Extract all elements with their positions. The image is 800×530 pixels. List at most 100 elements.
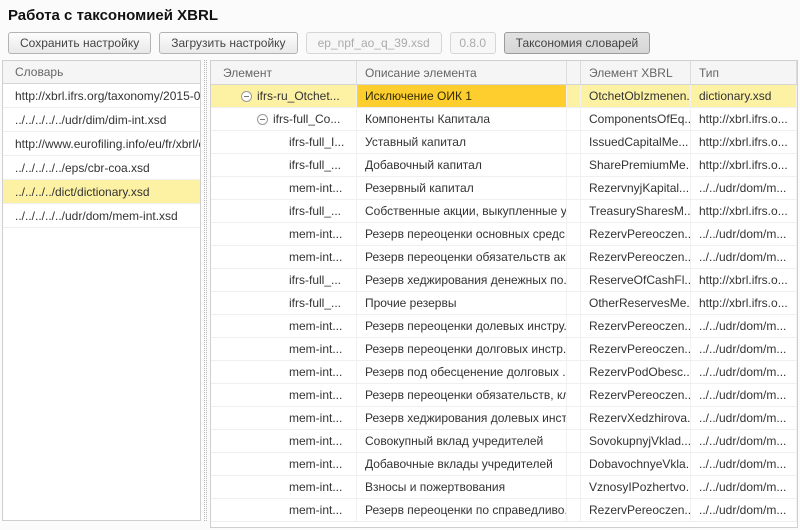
element-xbrl: RezervPodObesc... bbox=[581, 361, 691, 383]
row-spacer-cell bbox=[567, 108, 581, 130]
element-name: ifrs-full_... bbox=[289, 158, 341, 172]
row-spacer-cell bbox=[567, 223, 581, 245]
element-type: ../../udr/dom/m... bbox=[691, 338, 797, 360]
table-row[interactable]: mem-int...Добавочные вклады учредителейD… bbox=[211, 453, 797, 476]
element-type: ../../udr/dom/m... bbox=[691, 499, 797, 521]
element-name: ifrs-full_I... bbox=[289, 135, 344, 149]
table-row[interactable]: mem-int...Резерв переоценки долговых инс… bbox=[211, 338, 797, 361]
row-spacer-cell bbox=[567, 269, 581, 291]
table-row[interactable]: mem-int... Резервный капитал RezervnyjKapi… bbox=[211, 177, 797, 200]
column-header-description[interactable]: Описание элемента bbox=[357, 61, 567, 84]
element-xbrl: RezervPereoczen... bbox=[581, 499, 691, 521]
table-row[interactable]: ifrs-full_... Собственные акции, выкуплен… bbox=[211, 200, 797, 223]
version-field: 0.8.0 bbox=[450, 32, 496, 54]
element-name: ifrs-full_... bbox=[289, 273, 341, 287]
table-row[interactable]: ifrs-full_I...Уставный капиталIssuedCapi… bbox=[211, 131, 797, 154]
table-row[interactable]: mem-int... Резерв хеджирования долевых ин… bbox=[211, 407, 797, 430]
column-header-type[interactable]: Тип bbox=[691, 61, 797, 84]
element-type: http://xbrl.ifrs.o... bbox=[691, 154, 797, 176]
taxonomy-dictionaries-button[interactable]: Таксономия словарей bbox=[504, 32, 651, 54]
element-xbrl: TreasurySharesM... bbox=[581, 200, 691, 222]
save-settings-button[interactable]: Сохранить настройку bbox=[8, 32, 151, 54]
load-settings-button[interactable]: Загрузить настройку bbox=[159, 32, 297, 54]
elements-table-body: ifrs-ru_Otchet...Исключение ОИК 1OtchetO… bbox=[211, 85, 797, 522]
element-name: mem-int... bbox=[289, 181, 342, 195]
splitter-handle-icon bbox=[204, 60, 207, 521]
element-type: ../../udr/dom/m... bbox=[691, 407, 797, 429]
row-spacer-cell bbox=[567, 384, 581, 406]
element-description: Добавочный капитал bbox=[357, 154, 567, 176]
element-xbrl: RezervPereoczen... bbox=[581, 315, 691, 337]
element-name: mem-int... bbox=[289, 434, 342, 448]
dictionary-item[interactable]: ../../../../../udr/dom/mem-int.xsd bbox=[3, 204, 200, 228]
element-type: http://xbrl.ifrs.o... bbox=[691, 108, 797, 130]
table-row[interactable]: ifrs-ru_Otchet...Исключение ОИК 1OtchetO… bbox=[211, 85, 797, 108]
element-description: Резерв переоценки основных средс... bbox=[357, 223, 567, 245]
element-name: ifrs-full_... bbox=[289, 296, 341, 310]
element-type: ../../udr/dom/m... bbox=[691, 177, 797, 199]
element-description: Исключение ОИК 1 bbox=[357, 85, 567, 107]
dictionary-panel: Словарь http://xbrl.ifrs.org/taxonomy/20… bbox=[2, 60, 201, 521]
element-type: ../../udr/dom/m... bbox=[691, 246, 797, 268]
table-row[interactable]: ifrs-full_...Добавочный капиталSharePrem… bbox=[211, 154, 797, 177]
collapse-icon[interactable] bbox=[257, 114, 268, 125]
element-description: Резерв хеджирования денежных по... bbox=[357, 269, 567, 291]
element-xbrl: ComponentsOfEq... bbox=[581, 108, 691, 130]
dictionary-item[interactable]: http://xbrl.ifrs.org/taxonomy/2015-0... bbox=[3, 84, 200, 108]
row-spacer-cell bbox=[567, 407, 581, 429]
table-row[interactable]: mem-int...Резерв под обесценение долговы… bbox=[211, 361, 797, 384]
table-row[interactable]: ifrs-full_...Прочие резервыOtherReserves… bbox=[211, 292, 797, 315]
row-spacer-cell bbox=[567, 315, 581, 337]
element-description: Взносы и пожертвования bbox=[357, 476, 567, 498]
dictionary-item[interactable]: http://www.eurofiling.info/eu/fr/xbrl/e.… bbox=[3, 132, 200, 156]
element-xbrl: IssuedCapitalMe... bbox=[581, 131, 691, 153]
table-row[interactable]: mem-int...Резерв переоценки долевых инст… bbox=[211, 315, 797, 338]
table-row-partial bbox=[211, 522, 797, 528]
element-description: Совокупный вклад учредителей bbox=[357, 430, 567, 452]
element-type: ../../udr/dom/m... bbox=[691, 384, 797, 406]
collapse-icon[interactable] bbox=[241, 91, 252, 102]
element-type: http://xbrl.ifrs.o... bbox=[691, 131, 797, 153]
element-description: Резерв под обесценение долговых ... bbox=[357, 361, 567, 383]
element-name: mem-int... bbox=[289, 250, 342, 264]
table-row[interactable]: mem-int...Взносы и пожертвованияVznosyIP… bbox=[211, 476, 797, 499]
table-row[interactable]: ifrs-full_... Резерв хеджирования денежны… bbox=[211, 269, 797, 292]
table-row[interactable]: mem-int...Резерв переоценки по справедли… bbox=[211, 499, 797, 522]
dictionary-item[interactable]: ../../../../dict/dictionary.xsd bbox=[3, 180, 200, 204]
element-type: ../../udr/dom/m... bbox=[691, 315, 797, 337]
dictionary-item[interactable]: ../../../../../eps/cbr-coa.xsd bbox=[3, 156, 200, 180]
column-header-element[interactable]: Элемент bbox=[211, 61, 357, 84]
table-row[interactable]: mem-int...Резерв переоценки обязательств… bbox=[211, 246, 797, 269]
element-xbrl: RezervPereoczen... bbox=[581, 384, 691, 406]
row-spacer-cell bbox=[567, 154, 581, 176]
dictionary-item[interactable]: ../../../../../udr/dim/dim-int.xsd bbox=[3, 108, 200, 132]
table-row[interactable]: mem-int...Резерв переоценки обязательств… bbox=[211, 384, 797, 407]
table-row[interactable]: mem-int...Резерв переоценки основных сре… bbox=[211, 223, 797, 246]
table-row[interactable]: mem-int... Совокупный вклад учредителей So… bbox=[211, 430, 797, 453]
column-header-xbrl[interactable]: Элемент XBRL bbox=[581, 61, 691, 84]
row-spacer-cell bbox=[567, 200, 581, 222]
element-type: http://xbrl.ifrs.o... bbox=[691, 200, 797, 222]
element-type: ../../udr/dom/m... bbox=[691, 453, 797, 475]
element-name: ifrs-full_Co... bbox=[273, 112, 340, 126]
element-xbrl: OtchetObIzmenen... bbox=[581, 85, 691, 107]
element-type: ../../udr/dom/m... bbox=[691, 223, 797, 245]
element-xbrl: SovokupnyjVklad... bbox=[581, 430, 691, 452]
element-description: Резервный капитал bbox=[357, 177, 567, 199]
element-name: mem-int... bbox=[289, 319, 342, 333]
element-name: mem-int... bbox=[289, 480, 342, 494]
row-spacer-cell bbox=[567, 85, 581, 107]
element-description: Собственные акции, выкупленные у... bbox=[357, 200, 567, 222]
row-spacer-cell bbox=[567, 476, 581, 498]
element-description: Резерв хеджирования долевых инст... bbox=[357, 407, 567, 429]
element-name: mem-int... bbox=[289, 411, 342, 425]
row-spacer-cell bbox=[567, 246, 581, 268]
panel-splitter[interactable] bbox=[201, 60, 210, 521]
element-xbrl: DobavochnyeVkla... bbox=[581, 453, 691, 475]
element-type: ../../udr/dom/m... bbox=[691, 476, 797, 498]
element-type: ../../udr/dom/m... bbox=[691, 361, 797, 383]
element-xbrl: RezervnyjKapital... bbox=[581, 177, 691, 199]
table-row[interactable]: ifrs-full_Co...Компоненты КапиталаCompon… bbox=[211, 108, 797, 131]
element-name: ifrs-full_... bbox=[289, 204, 341, 218]
dictionary-column-header[interactable]: Словарь bbox=[3, 61, 200, 84]
